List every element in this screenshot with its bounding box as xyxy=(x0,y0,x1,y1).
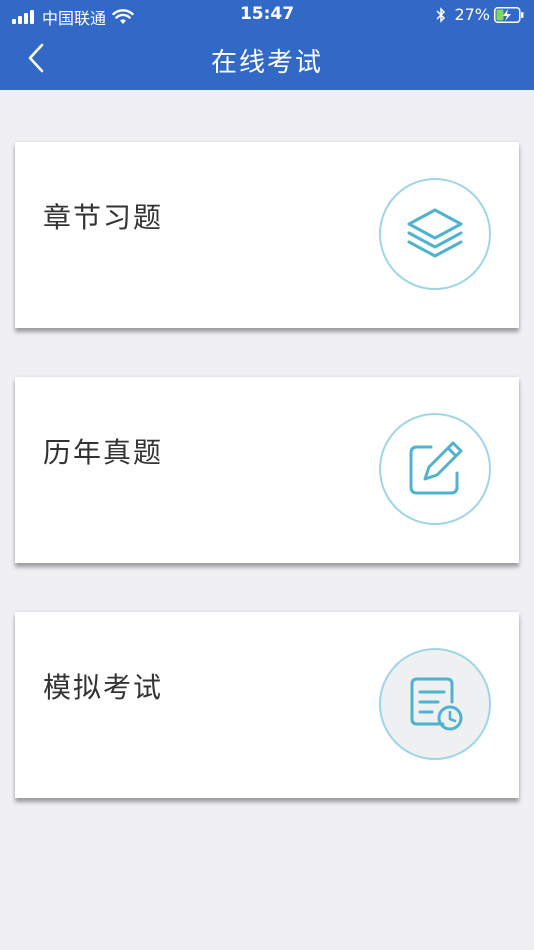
header: 中国联通 15:47 27% 在线考试 xyxy=(0,0,534,90)
status-bar: 中国联通 15:47 27% xyxy=(0,0,534,30)
page-title: 在线考试 xyxy=(210,48,323,78)
card-mock-exam[interactable]: 模拟考试 xyxy=(15,612,519,798)
card-label: 历年真题 xyxy=(43,436,164,469)
card-label: 章节习题 xyxy=(43,201,164,234)
edit-icon xyxy=(409,441,463,495)
document-clock-icon xyxy=(410,677,463,731)
card-past-exams[interactable]: 历年真题 xyxy=(15,377,519,563)
card-icon-circle xyxy=(379,178,491,290)
card-icon-circle xyxy=(379,648,491,760)
battery-charging-icon xyxy=(494,6,524,23)
card-icon-circle xyxy=(379,413,491,525)
layers-icon xyxy=(407,208,463,258)
status-right: 27% xyxy=(436,5,524,24)
battery-percent: 27% xyxy=(454,5,490,24)
card-label: 模拟考试 xyxy=(43,671,164,704)
nav-bar: 在线考试 xyxy=(0,30,534,90)
bluetooth-icon xyxy=(436,6,446,23)
card-chapter-exercises[interactable]: 章节习题 xyxy=(15,142,519,328)
